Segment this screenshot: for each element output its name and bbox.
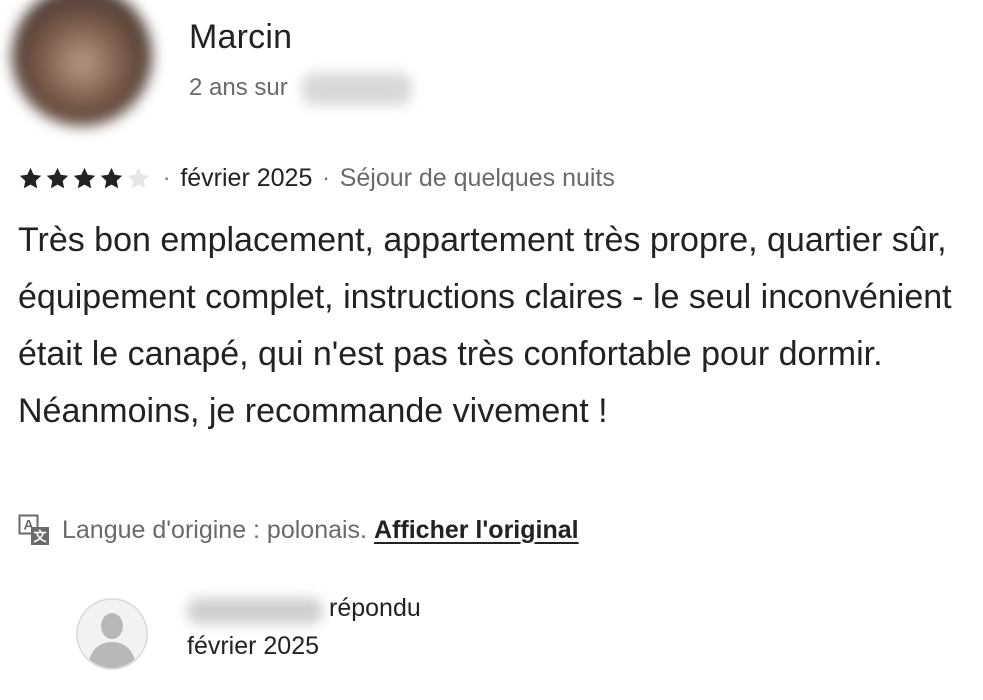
star-rating xyxy=(18,166,153,191)
translation-info: A 文 Langue d'origine : polonais. Affiche… xyxy=(18,512,579,548)
show-original-link[interactable]: Afficher l'original xyxy=(374,516,579,545)
user-placeholder-icon xyxy=(76,598,148,670)
reviewer-tenure: 2 ans sur xyxy=(189,74,288,101)
separator-dot: · xyxy=(163,165,171,190)
star-icon xyxy=(46,167,69,188)
review-meta: · février 2025 · Séjour de quelques nuit… xyxy=(18,160,615,196)
review-text: Très bon emplacement, appartement très p… xyxy=(18,221,952,430)
host-replied-label: répondu xyxy=(329,594,421,622)
star-icon xyxy=(100,167,123,188)
star-icon xyxy=(73,167,96,188)
redacted-host-name xyxy=(187,598,323,624)
translation-note: Langue d'origine : polonais. xyxy=(62,515,368,544)
reviewer-avatar[interactable] xyxy=(12,0,152,126)
reviewer-name[interactable]: Marcin xyxy=(189,18,292,57)
host-response-date: février 2025 xyxy=(187,632,320,660)
star-icon xyxy=(127,167,150,188)
stay-type: Séjour de quelques nuits xyxy=(339,163,615,192)
svg-text:文: 文 xyxy=(33,529,47,544)
review-date: février 2025 xyxy=(180,163,313,192)
redacted-platform-name xyxy=(302,73,412,105)
separator-dot: · xyxy=(322,165,330,190)
star-icon xyxy=(19,167,42,188)
translate-icon: A 文 xyxy=(18,514,49,545)
